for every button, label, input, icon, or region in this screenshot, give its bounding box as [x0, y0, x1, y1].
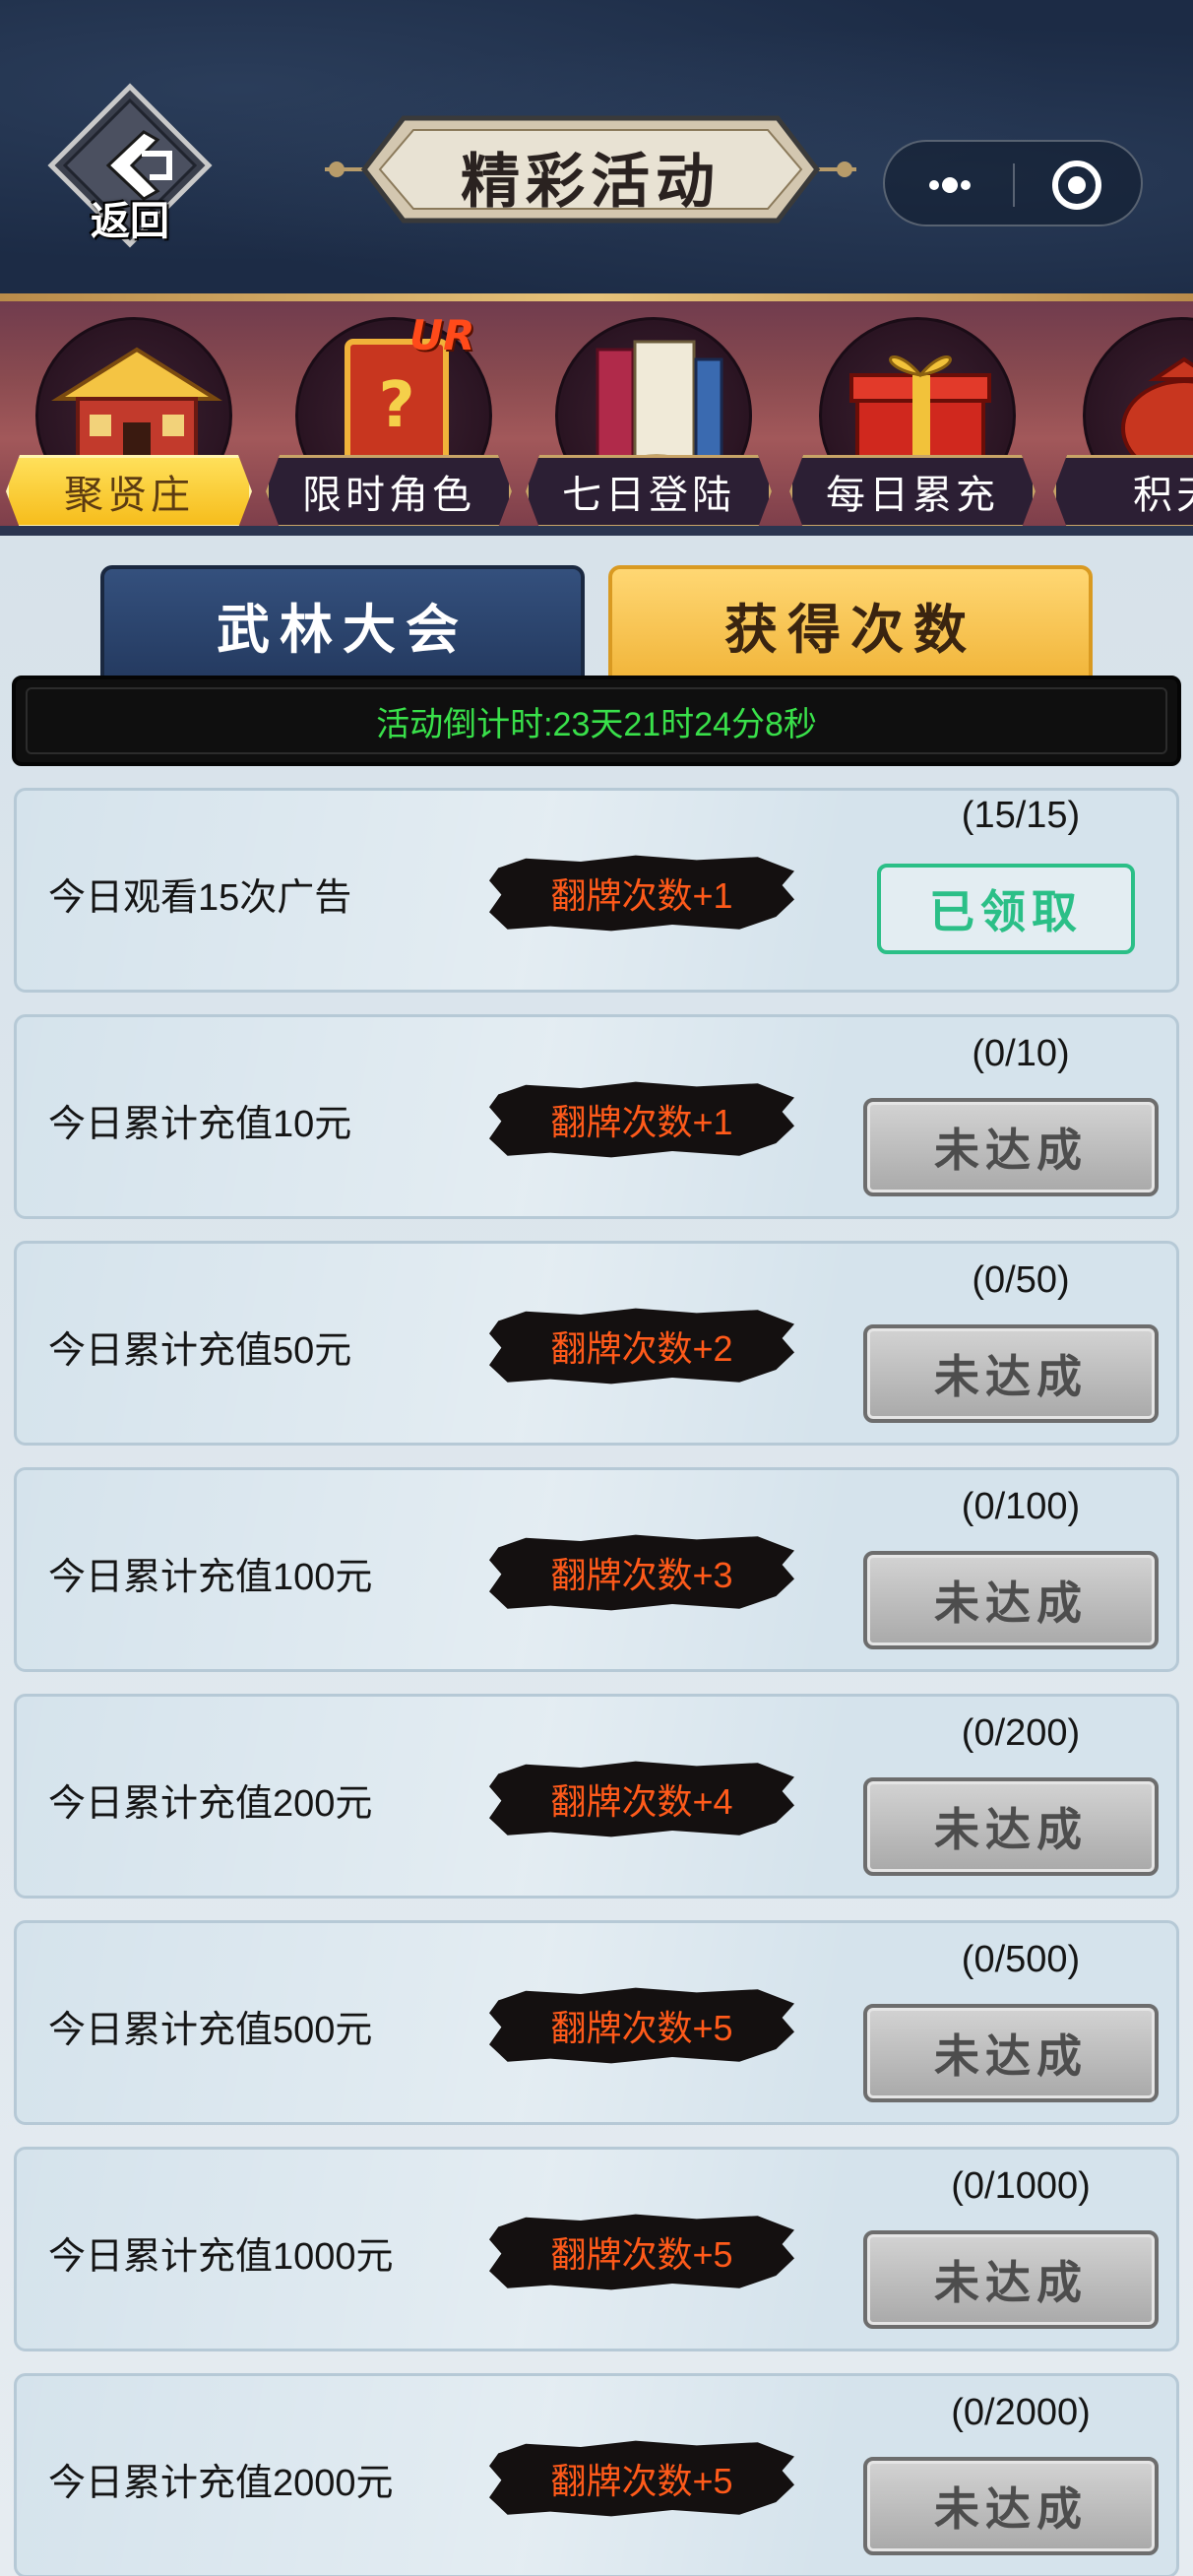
reward-label: 翻牌次数+1	[489, 1081, 794, 1158]
activity-label: 限时角色	[266, 455, 512, 528]
task-description: 今日累计充值200元	[48, 1782, 373, 1825]
claimed-button[interactable]: 已领取	[877, 864, 1135, 954]
not-achieved-button[interactable]: 未达成	[863, 1324, 1159, 1423]
activity-item-accumulate[interactable]: 积天	[1053, 307, 1193, 524]
task-progress: (0/1000)	[951, 2165, 1091, 2207]
task-progress: (0/10)	[972, 1033, 1070, 1074]
not-achieved-button[interactable]: 未达成	[863, 2004, 1159, 2102]
countdown-bar: 活动倒计时:23天21时24分8秒	[12, 676, 1181, 766]
task-description: 今日累计充值10元	[48, 1103, 352, 1145]
task-row: 今日累计充值10元 翻牌次数+1 (0/10) 未达成	[14, 1014, 1179, 1219]
task-description: 今日累计充值1000元	[48, 2235, 394, 2278]
task-progress: (0/2000)	[951, 2392, 1091, 2433]
miniprogram-capsule	[883, 140, 1143, 226]
strip-top-border	[0, 293, 1193, 301]
not-achieved-button[interactable]: 未达成	[863, 1551, 1159, 1649]
task-progress: (0/50)	[972, 1259, 1070, 1301]
activity-item-juxianzhuang[interactable]: 聚贤庄	[6, 307, 252, 524]
task-row: 今日累计充值2000元 翻牌次数+5 (0/2000) 未达成	[14, 2373, 1179, 2576]
task-row: 今日累计充值200元 翻牌次数+4 (0/200) 未达成	[14, 1694, 1179, 1899]
page-title: 精彩活动	[461, 148, 721, 217]
activity-item-limited-role[interactable]: ? UR 限时角色	[266, 307, 512, 524]
tab-wulin-dahui[interactable]: 武林大会	[100, 565, 585, 683]
page-title-plate: 精彩活动	[325, 110, 856, 228]
task-progress: (0/200)	[961, 1712, 1081, 1754]
task-description: 今日累计充值100元	[48, 1556, 373, 1598]
task-description: 今日观看15次广告	[48, 876, 352, 919]
reward-label: 翻牌次数+5	[489, 2440, 794, 2517]
capsule-divider	[1013, 163, 1015, 207]
task-row: 今日累计充值1000元 翻牌次数+5 (0/1000) 未达成	[14, 2147, 1179, 2351]
task-progress: (0/100)	[961, 1486, 1081, 1527]
activity-strip: 聚贤庄 ? UR 限时角色 七日登陆 每日累充 积	[0, 293, 1193, 536]
tab-get-chances[interactable]: 获得次数	[608, 565, 1093, 683]
task-row: 今日观看15次广告 翻牌次数+1 (15/15) 已领取	[14, 788, 1179, 993]
svg-text:?: ?	[378, 369, 414, 442]
reward-label: 翻牌次数+4	[489, 1761, 794, 1837]
more-menu-button[interactable]	[920, 163, 979, 207]
not-achieved-button[interactable]: 未达成	[863, 1777, 1159, 1876]
reward-label: 翻牌次数+1	[489, 855, 794, 932]
activity-label: 聚贤庄	[6, 455, 252, 528]
activity-label: 每日累充	[789, 455, 1036, 528]
activity-label: 积天	[1053, 455, 1193, 528]
back-label: 返回	[91, 198, 169, 244]
countdown-text: 活动倒计时:23天21时24分8秒	[26, 687, 1167, 754]
not-achieved-button[interactable]: 未达成	[863, 2230, 1159, 2329]
close-miniprogram-button[interactable]	[1042, 158, 1111, 213]
ur-badge: UR	[409, 311, 475, 359]
task-row: 今日累计充值100元 翻牌次数+3 (0/100) 未达成	[14, 1467, 1179, 1672]
activity-item-daily-recharge[interactable]: 每日累充	[789, 307, 1036, 524]
activity-item-seven-day-login[interactable]: 七日登陆	[526, 307, 772, 524]
top-header: 返回 精彩活动	[0, 0, 1193, 293]
back-button[interactable]: 返回	[47, 83, 213, 248]
task-description: 今日累计充值50元	[48, 1329, 352, 1372]
main-content: 武林大会 获得次数 活动倒计时:23天21时24分8秒 今日观看15次广告 翻牌…	[0, 536, 1193, 2576]
task-progress: (15/15)	[961, 795, 1081, 836]
task-row: 今日累计充值50元 翻牌次数+2 (0/50) 未达成	[14, 1241, 1179, 1446]
reward-label: 翻牌次数+3	[489, 1534, 794, 1611]
task-progress: (0/500)	[961, 1939, 1081, 1980]
task-row: 今日累计充值500元 翻牌次数+5 (0/500) 未达成	[14, 1920, 1179, 2125]
not-achieved-button[interactable]: 未达成	[863, 2457, 1159, 2555]
task-description: 今日累计充值2000元	[48, 2462, 394, 2504]
target-circle-icon	[1052, 161, 1101, 210]
reward-label: 翻牌次数+5	[489, 1987, 794, 2064]
strip-bottom-border	[0, 526, 1193, 536]
reward-label: 翻牌次数+5	[489, 2214, 794, 2290]
task-description: 今日累计充值500元	[48, 2009, 373, 2051]
activity-label: 七日登陆	[526, 455, 772, 528]
reward-label: 翻牌次数+2	[489, 1308, 794, 1385]
more-dots-icon	[929, 177, 971, 193]
not-achieved-button[interactable]: 未达成	[863, 1098, 1159, 1196]
